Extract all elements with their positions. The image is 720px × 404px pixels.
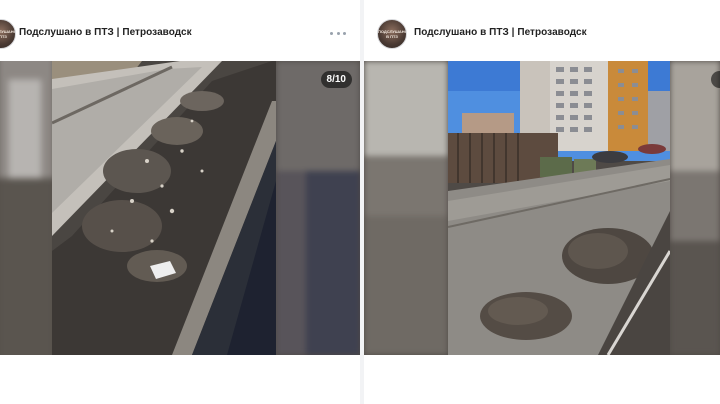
post-header: ПОДСЛУШАНО В ПТЗ Подслушано в ПТЗ | Петр… [0,18,360,52]
avatar-label: ПОДСЛУШАНО В ПТЗ [0,29,16,39]
post-card: ПОДСЛУШАНО В ПТЗ Подслушано в ПТЗ | Петр… [0,0,360,404]
avatar[interactable]: ПОДСЛУШАНО В ПТЗ [377,19,407,49]
more-dot-icon [330,31,333,35]
photo-blur-left [364,61,448,355]
more-options-button[interactable] [330,27,346,39]
street-photo[interactable] [448,61,670,355]
post-author[interactable]: Подслушано в ПТЗ | Петрозаводск [414,27,587,38]
post-author[interactable]: Подслушано в ПТЗ | Петрозаводск [19,27,192,38]
more-dot-icon [343,31,346,35]
post-header: ПОДСЛУШАНО В ПТЗ Подслушано в ПТЗ | Петр… [364,18,720,52]
photo-carousel[interactable] [364,61,720,355]
photo-carousel[interactable]: 8/10 [0,61,360,355]
avatar-label: ПОДСЛУШАНО В ПТЗ [378,29,407,39]
photo-blur-right [276,61,360,355]
photo-blur-left [0,61,52,355]
more-dot-icon [336,31,340,35]
photo-blur-right [670,61,720,355]
post-card: ПОДСЛУШАНО В ПТЗ Подслушано в ПТЗ | Петр… [364,0,720,404]
road-photo[interactable] [52,61,276,355]
avatar[interactable]: ПОДСЛУШАНО В ПТЗ [0,19,16,49]
photo-counter: 8/10 [320,71,352,88]
